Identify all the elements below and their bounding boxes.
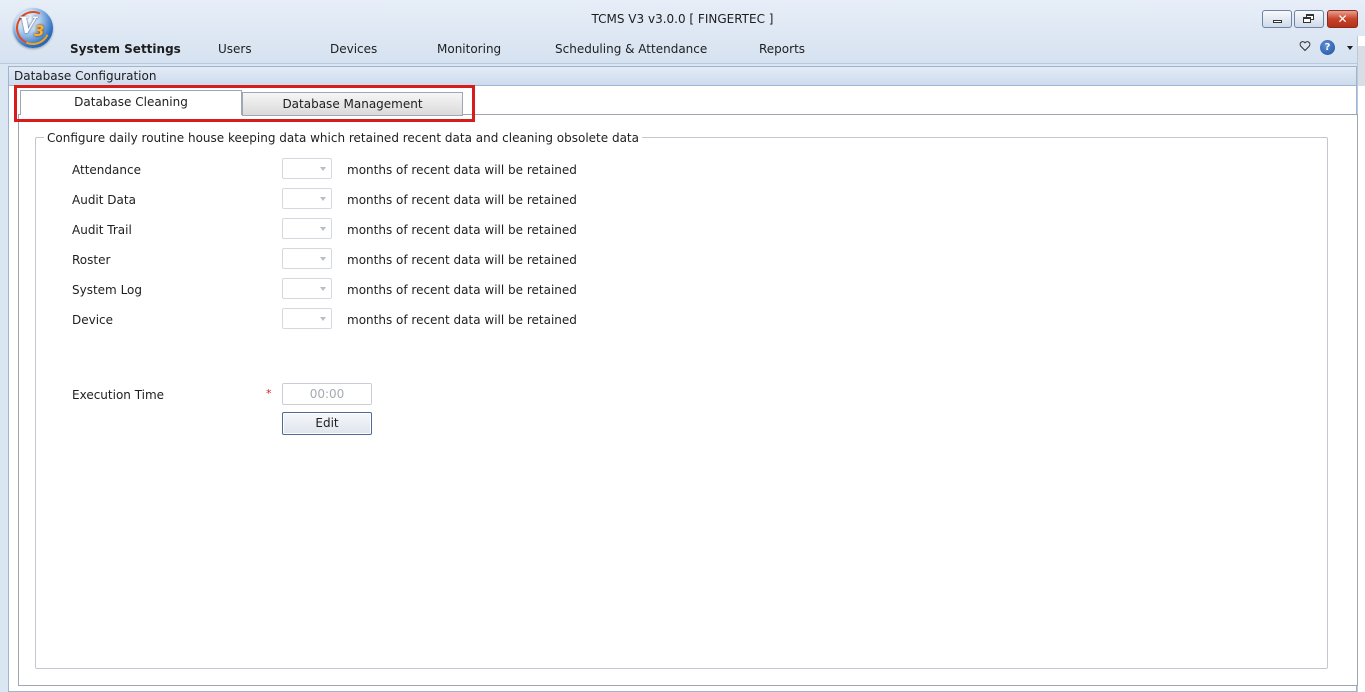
menu-scheduling-attendance[interactable]: Scheduling & Attendance (555, 42, 707, 56)
dropdown-arrow-icon[interactable] (1347, 46, 1353, 50)
device-months-select[interactable] (282, 308, 332, 329)
execution-time-input[interactable]: 00:00 (282, 383, 372, 405)
menu-system-settings[interactable]: System Settings (70, 42, 181, 56)
row-suffix: months of recent data will be retained (347, 193, 577, 207)
row-label-audit-trail: Audit Trail (72, 223, 132, 237)
row-suffix: months of recent data will be retained (347, 253, 577, 267)
restore-button[interactable] (1294, 10, 1324, 28)
tab-database-management[interactable]: Database Management (242, 92, 463, 116)
row-label-audit-data: Audit Data (72, 193, 136, 207)
minimize-icon (1272, 20, 1282, 23)
window-title: TCMS V3 v3.0.0 [ FINGERTEC ] (591, 12, 774, 26)
dropdown-arrow-icon (320, 227, 326, 231)
housekeeping-group (35, 137, 1328, 669)
section-header: Database Configuration (8, 66, 1357, 85)
menu-users[interactable]: Users (218, 42, 252, 56)
close-button[interactable]: ✕ (1327, 10, 1358, 28)
attendance-months-select[interactable] (282, 158, 332, 179)
edit-button[interactable]: Edit (282, 412, 372, 435)
row-suffix: months of recent data will be retained (347, 313, 577, 327)
row-suffix: months of recent data will be retained (347, 223, 577, 237)
system-log-months-select[interactable] (282, 278, 332, 299)
row-label-attendance: Attendance (72, 163, 141, 177)
row-suffix: months of recent data will be retained (347, 283, 577, 297)
row-label-device: Device (72, 313, 114, 327)
restore-icon (1303, 14, 1315, 24)
roster-months-select[interactable] (282, 248, 332, 269)
audit-trail-months-select[interactable] (282, 218, 332, 239)
menu-reports[interactable]: Reports (759, 42, 805, 56)
tab-database-cleaning[interactable]: Database Cleaning (20, 90, 242, 115)
dropdown-arrow-icon (320, 197, 326, 201)
row-label-system-log: System Log (72, 283, 142, 297)
heart-icon[interactable] (1299, 40, 1311, 52)
title-bar: V 3 TCMS V3 v3.0.0 [ FINGERTEC ] ✕ Syste… (0, 0, 1365, 64)
menu-devices[interactable]: Devices (330, 42, 377, 56)
required-marker: * (266, 387, 272, 400)
menu-monitoring[interactable]: Monitoring (437, 42, 501, 56)
scrollbar-thumb[interactable] (1358, 46, 1365, 86)
help-icon[interactable]: ? (1320, 40, 1335, 55)
row-suffix: months of recent data will be retained (347, 163, 577, 177)
close-icon: ✕ (1337, 12, 1348, 26)
dropdown-arrow-icon (320, 317, 326, 321)
row-label-roster: Roster (72, 253, 111, 267)
dropdown-arrow-icon (320, 167, 326, 171)
window-scrollbar[interactable] (1357, 36, 1365, 692)
minimize-button[interactable] (1262, 10, 1292, 28)
execution-time-label: Execution Time (72, 388, 165, 402)
dropdown-arrow-icon (320, 257, 326, 261)
audit-data-months-select[interactable] (282, 188, 332, 209)
group-legend: Configure daily routine house keeping da… (44, 131, 642, 145)
dropdown-arrow-icon (320, 287, 326, 291)
